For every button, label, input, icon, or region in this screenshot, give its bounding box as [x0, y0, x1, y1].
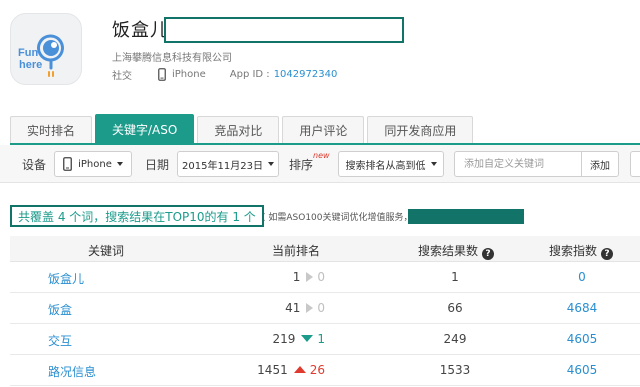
- app-platform: iPhone: [172, 68, 206, 80]
- device-select[interactable]: iPhone: [54, 151, 132, 177]
- rank-change: 0: [306, 270, 325, 284]
- tab-keyword-aso[interactable]: 关键字/ASO: [95, 114, 195, 143]
- search-index-link[interactable]: 4605: [567, 332, 598, 346]
- search-index-link[interactable]: 0: [578, 270, 586, 284]
- table-row: 饭盒儿 10 1 0: [10, 262, 640, 293]
- add-keyword-button[interactable]: 添加: [581, 151, 619, 177]
- rank-cell: 219 1: [10, 332, 325, 346]
- rank-change-value: 1: [317, 332, 325, 346]
- date-label: 日期: [145, 158, 170, 172]
- new-badge: new: [313, 151, 330, 160]
- note-redaction-bar: [408, 209, 524, 224]
- tab-realtime-rank[interactable]: 实时排名: [10, 116, 93, 143]
- title-redaction-box: [164, 17, 404, 43]
- header-keyword[interactable]: 关键词: [88, 242, 124, 259]
- up-arrow-icon: [293, 366, 306, 373]
- aso-service-note: ( 如需ASO100关键词优化增值服务，: [262, 213, 413, 223]
- table-row: 饭盒 41 0 66 4684: [10, 293, 640, 324]
- header-current-rank[interactable]: 当前排名: [272, 242, 320, 259]
- rank-change-value: 26: [309, 363, 325, 377]
- sort-label: 排序: [289, 158, 314, 172]
- header-search-results-label: 搜索结果数: [418, 244, 479, 258]
- device-select-value: iPhone: [78, 158, 112, 170]
- results-value: 1533: [439, 363, 471, 377]
- chevron-down-icon: [116, 162, 123, 166]
- rank-cell: 10: [10, 270, 325, 284]
- header-search-index[interactable]: 搜索指数?: [549, 242, 614, 260]
- filter-bar: 设备 iPhone 日期 2015年11月23日 排序 new 搜索排名从高到低…: [0, 145, 640, 183]
- help-icon[interactable]: ?: [601, 248, 614, 260]
- phone-icon: [158, 67, 166, 81]
- sort-select-value: 搜索排名从高到低: [345, 160, 426, 172]
- coverage-summary-text: 共覆盖 4 个词，搜索结果在TOP10的有 1 个: [18, 209, 256, 224]
- custom-keyword-input[interactable]: [454, 151, 582, 177]
- header-search-results[interactable]: 搜索结果数?: [418, 242, 495, 260]
- keyword-table-header: 关键词 当前排名 搜索结果数? 搜索指数?: [10, 236, 640, 262]
- app-icon: Fun here: [10, 13, 82, 85]
- rank-cell: 1451 26: [10, 363, 325, 377]
- app-id-link[interactable]: 1042972340: [274, 69, 338, 80]
- rank-change-value: 0: [317, 270, 325, 284]
- developer-name: 上海攀腾信息科技有限公司: [112, 53, 232, 64]
- rank-value: 219: [272, 332, 296, 346]
- rank-change: 26: [293, 363, 325, 377]
- search-index-link[interactable]: 4605: [567, 363, 598, 377]
- app-meta: 社交 iPhone App ID : 1042972340: [112, 66, 337, 82]
- rank-change-value: 0: [317, 301, 325, 315]
- app-icon-line-1: Fun: [18, 47, 38, 59]
- rank-value: 1: [292, 270, 301, 284]
- app-title: 饭盒儿: [112, 20, 169, 41]
- results-value: 1: [451, 270, 459, 284]
- tab-bar: 实时排名 关键字/ASO 竞品对比 用户评论 同开发商应用: [10, 114, 476, 143]
- rank-cell: 41 0: [10, 301, 325, 315]
- date-select-value: 2015年11月23日: [182, 160, 263, 172]
- date-select[interactable]: 2015年11月23日: [177, 151, 279, 177]
- device-label: 设备: [22, 158, 47, 172]
- search-index-link[interactable]: 4684: [567, 301, 598, 315]
- phone-icon: [63, 157, 73, 171]
- flat-arrow-icon: [306, 272, 314, 282]
- tab-user-reviews[interactable]: 用户评论: [282, 116, 365, 143]
- app-id-label: App ID :: [229, 68, 270, 80]
- chevron-down-icon: [267, 162, 274, 166]
- header-search-index-label: 搜索指数: [549, 244, 598, 258]
- more-options-button[interactable]: [630, 151, 640, 177]
- app-icon-line-2: here: [19, 59, 42, 71]
- rank-change: 0: [306, 301, 325, 315]
- down-arrow-icon: [301, 335, 314, 342]
- sort-select[interactable]: 搜索排名从高到低: [338, 151, 444, 177]
- tab-competitor-compare[interactable]: 竞品对比: [197, 116, 280, 143]
- rank-change: 1: [301, 332, 325, 346]
- table-row: 路况信息 1451 26 1533 4605: [10, 355, 640, 386]
- tab-same-developer-apps[interactable]: 同开发商应用: [367, 116, 474, 143]
- coverage-summary: 共覆盖 4 个词，搜索结果在TOP10的有 1 个: [10, 205, 264, 227]
- flat-arrow-icon: [306, 303, 314, 313]
- app-category: 社交: [112, 70, 132, 82]
- rank-value: 41: [285, 301, 301, 315]
- chevron-down-icon: [430, 162, 437, 166]
- results-value: 66: [447, 301, 463, 315]
- table-row: 交互 219 1 249 4605: [10, 324, 640, 355]
- rank-value: 1451: [257, 363, 288, 377]
- results-value: 249: [443, 332, 467, 346]
- help-icon[interactable]: ?: [482, 248, 495, 260]
